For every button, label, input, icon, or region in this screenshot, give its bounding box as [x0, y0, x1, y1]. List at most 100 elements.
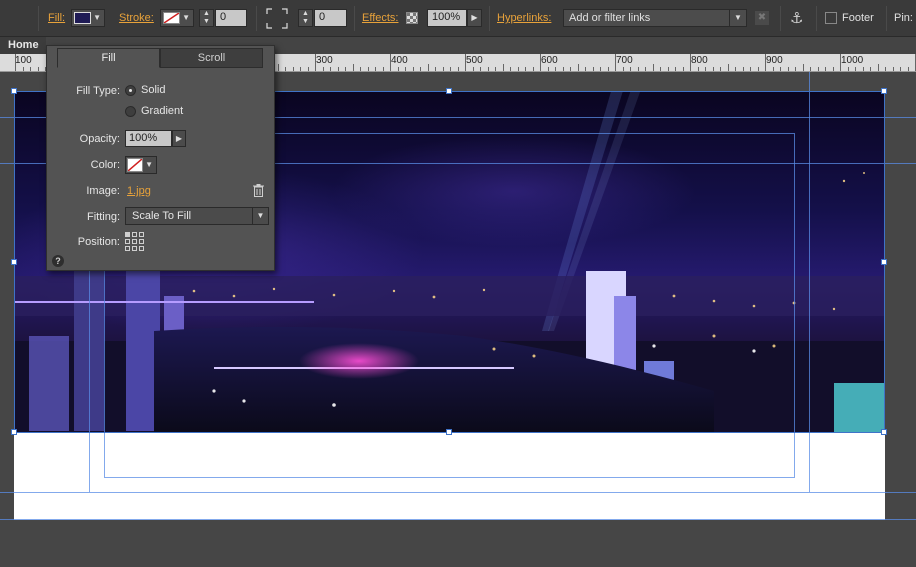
fill-swatch-button[interactable]: ▼: [71, 9, 105, 27]
hyperlinks-combobox[interactable]: Add or filter links ▼: [563, 9, 747, 27]
ruler-label: 300: [316, 55, 333, 66]
resize-handle[interactable]: [11, 429, 17, 435]
ruler-label: 500: [466, 55, 483, 66]
ruler-tick: [585, 67, 586, 71]
fitting-label: Fitting:: [86, 211, 120, 223]
fill-panel: Fill Scroll Fill Type: Solid Gradient Op…: [46, 45, 275, 271]
resize-handle[interactable]: [881, 429, 887, 435]
ruler-tick: [540, 54, 541, 71]
footer-checkbox[interactable]: [825, 12, 837, 24]
ruler-tick: [495, 67, 496, 71]
ruler-tick: [653, 64, 654, 71]
ruler-tick: [548, 67, 549, 71]
fill-type-solid-radio[interactable]: [125, 85, 136, 96]
toolbar-divider: [38, 6, 39, 31]
trash-icon[interactable]: [253, 184, 264, 197]
effects-opacity-slider-button[interactable]: ▶: [467, 9, 482, 27]
ruler-tick: [803, 64, 804, 71]
image-label: Image:: [86, 185, 120, 197]
resize-handle[interactable]: [881, 259, 887, 265]
ruler-label: 800: [691, 55, 708, 66]
guide-line[interactable]: [0, 519, 916, 520]
ruler-tick: [353, 64, 354, 71]
effects-label[interactable]: Effects:: [362, 12, 398, 24]
ruler-tick: [698, 67, 699, 71]
ruler-tick: [338, 67, 339, 71]
resize-handle[interactable]: [11, 88, 17, 94]
tab-fill[interactable]: Fill: [57, 48, 160, 68]
hyperlinks-label[interactable]: Hyperlinks:: [497, 12, 551, 24]
chevron-down-icon: ▼: [182, 13, 190, 22]
ruler-tick: [405, 67, 406, 71]
fill-type-solid-label[interactable]: Solid: [141, 84, 165, 96]
resize-handle[interactable]: [446, 88, 452, 94]
no-color-icon: [127, 158, 143, 172]
ruler-tick: [578, 64, 579, 71]
ruler-tick: [848, 67, 849, 71]
opacity-slider-button[interactable]: ▶: [172, 130, 186, 147]
ruler-tick: [413, 67, 414, 71]
chevron-down-icon[interactable]: ▼: [729, 10, 746, 26]
help-icon[interactable]: ?: [52, 255, 64, 267]
color-swatch-button[interactable]: ▼: [125, 156, 157, 174]
tab-scroll[interactable]: Scroll: [160, 48, 263, 68]
anchor-icon[interactable]: ⚓: [790, 10, 806, 27]
stroke-width-stepper[interactable]: ▲ ▼: [199, 9, 214, 27]
ruler-tick: [608, 67, 609, 71]
corner-radius-stepper[interactable]: ▲ ▼: [298, 9, 313, 27]
toolbar-divider: [256, 6, 257, 31]
position-label: Position:: [77, 236, 120, 248]
opacity-checker-icon: [406, 12, 418, 24]
guide-line[interactable]: [0, 492, 916, 493]
ruler-tick: [758, 67, 759, 71]
ruler-tick: [773, 67, 774, 71]
stroke-label[interactable]: Stroke:: [119, 12, 154, 24]
effects-opacity-input[interactable]: 100%: [427, 9, 467, 27]
chevron-down-icon: ▼: [93, 13, 101, 22]
fill-label[interactable]: Fill:: [48, 12, 65, 24]
ruler-label: 700: [616, 55, 633, 66]
ruler-tick: [315, 54, 316, 71]
ruler-tick: [533, 67, 534, 71]
ruler-tick: [908, 67, 909, 71]
ruler-tick: [443, 67, 444, 71]
fill-type-gradient-radio[interactable]: [125, 106, 136, 117]
ruler-tick: [323, 67, 324, 71]
ruler-tick: [645, 67, 646, 71]
ruler-tick: [675, 67, 676, 71]
ruler-tick: [345, 67, 346, 71]
ruler-tick: [570, 67, 571, 71]
ruler-tick: [690, 54, 691, 71]
ruler-tick: [503, 64, 504, 71]
opacity-input[interactable]: 100%: [125, 130, 172, 147]
ruler-tick: [818, 67, 819, 71]
resize-handle[interactable]: [11, 259, 17, 265]
ruler-tick: [555, 67, 556, 71]
corner-radius-input[interactable]: 0: [314, 9, 347, 27]
hyperlinks-input[interactable]: Add or filter links: [569, 12, 650, 24]
arrow-right-icon: ▶: [175, 134, 183, 143]
ruler-tick: [668, 67, 669, 71]
fill-type-label: Fill Type:: [76, 85, 120, 97]
ruler-tick: [510, 67, 511, 71]
opacity-label: Opacity:: [79, 133, 120, 145]
fitting-select[interactable]: Scale To Fill ▼: [125, 207, 269, 225]
ruler-tick: [383, 67, 384, 71]
ruler-tick: [398, 67, 399, 71]
stroke-swatch-button[interactable]: ▼: [160, 9, 194, 27]
ruler-tick: [15, 54, 16, 71]
fill-type-gradient-label[interactable]: Gradient: [141, 105, 183, 117]
ruler-tick: [630, 67, 631, 71]
remove-link-icon[interactable]: ✖: [754, 10, 770, 26]
ruler-tick: [300, 67, 301, 71]
position-grid-icon[interactable]: [125, 232, 144, 251]
arrow-up-icon: ▲: [302, 10, 309, 17]
chevron-down-icon: ▼: [252, 208, 268, 224]
image-file-link[interactable]: 1.jpg: [127, 185, 151, 197]
resize-handle[interactable]: [881, 88, 887, 94]
page-tab-home[interactable]: Home: [0, 37, 46, 54]
footer-label: Footer: [842, 12, 874, 24]
resize-handle[interactable]: [446, 429, 452, 435]
ruler-tick: [683, 67, 684, 71]
stroke-width-input[interactable]: 0: [215, 9, 247, 27]
